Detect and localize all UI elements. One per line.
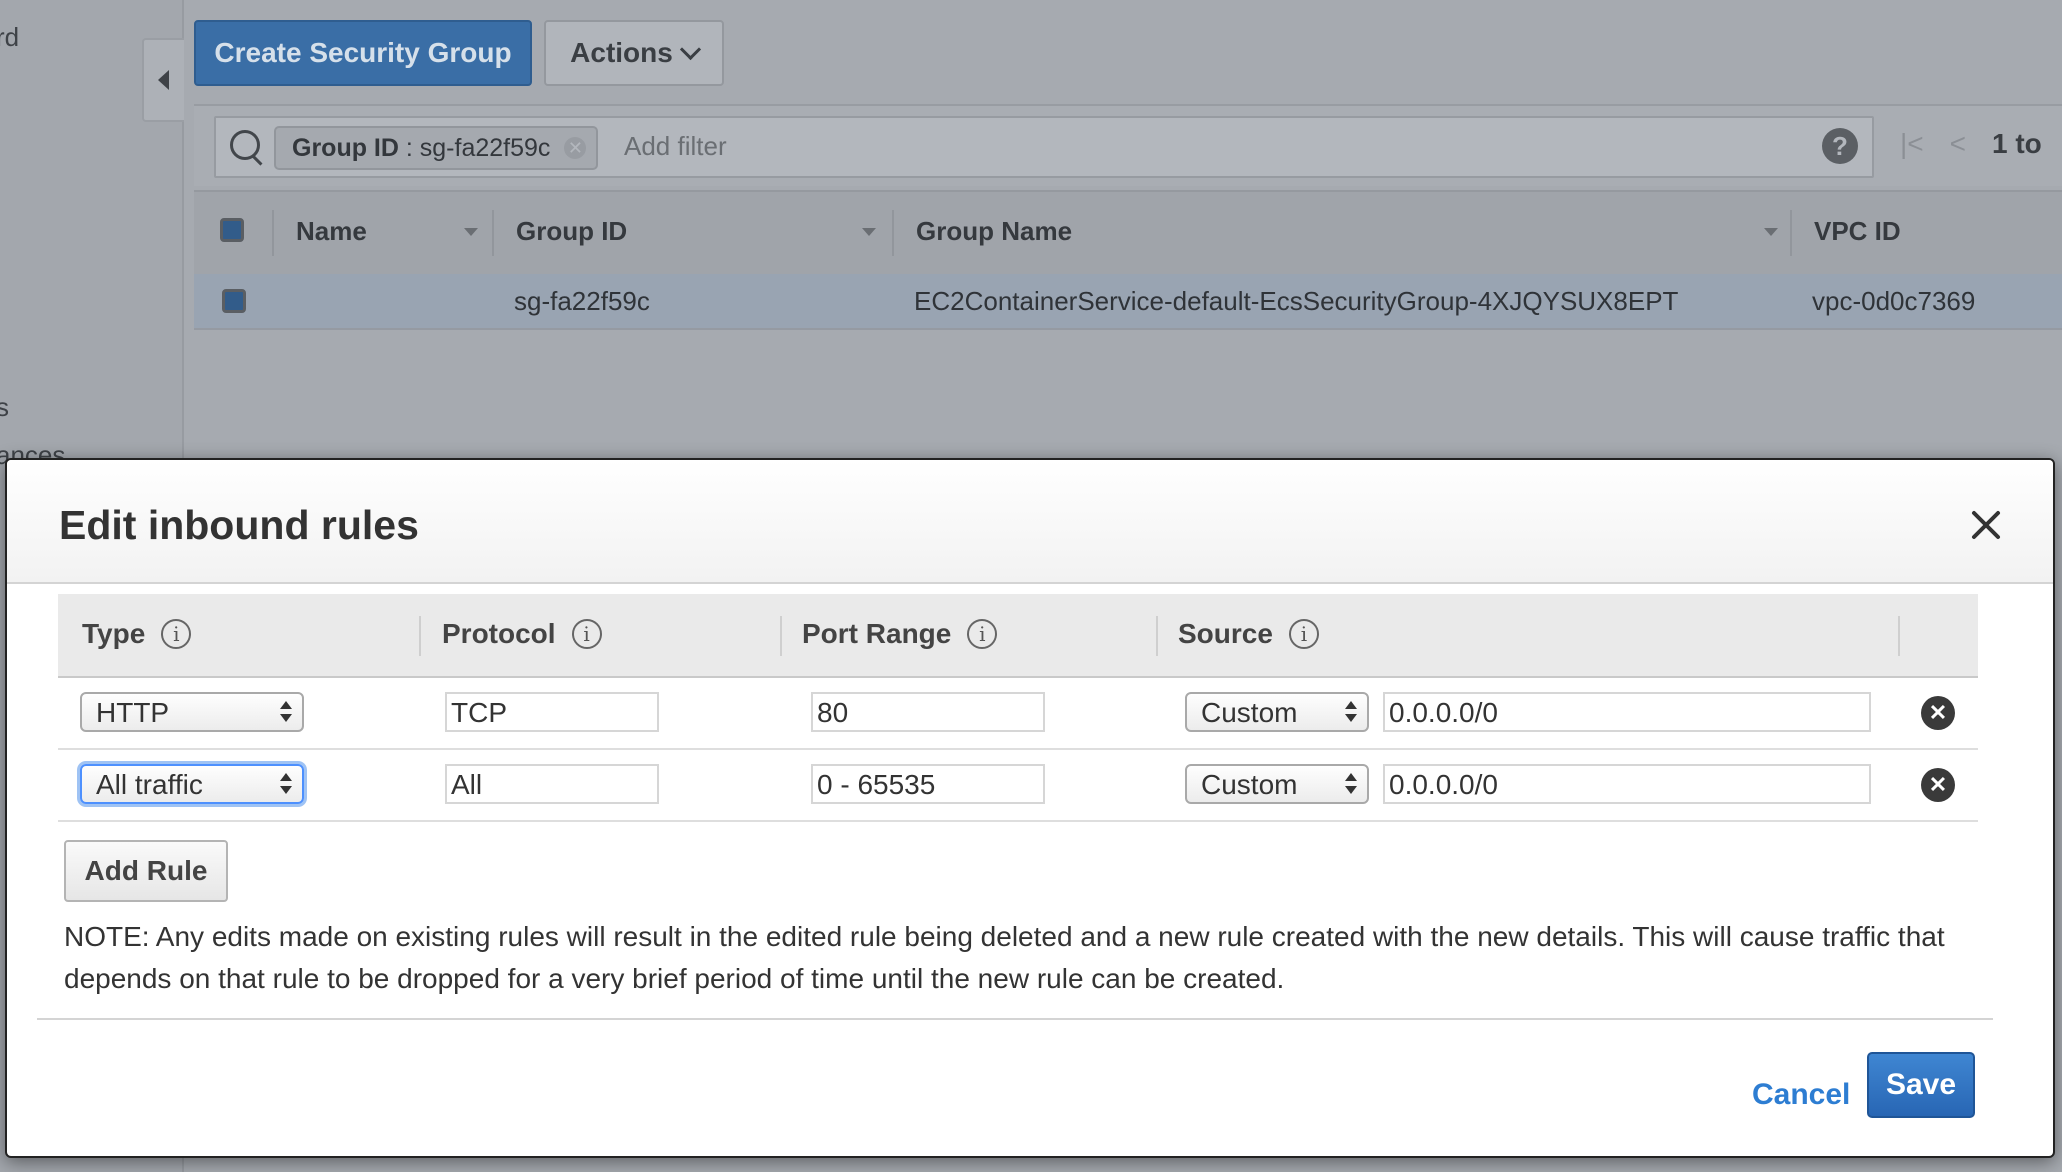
row-checkbox[interactable]	[222, 289, 246, 313]
filter-input[interactable]: Group ID : sg-fa22f59c ✕ Add filter ?	[214, 116, 1874, 178]
select-arrows-icon	[1345, 700, 1357, 724]
column-divider	[1156, 616, 1158, 656]
column-divider	[892, 210, 894, 256]
sort-icon[interactable]	[1764, 228, 1778, 236]
nav-item-fragment[interactable]: s	[0, 392, 9, 423]
sort-icon[interactable]	[862, 228, 876, 236]
select-arrows-icon	[280, 700, 292, 724]
remove-rule-icon[interactable]: ✕	[1921, 696, 1955, 730]
source-type-value: Custom	[1201, 769, 1298, 800]
protocol-field: All	[445, 764, 659, 804]
source-type-select[interactable]: Custom	[1185, 764, 1369, 804]
dialog-header: Edit inbound rules	[7, 460, 2053, 584]
rule-type-select[interactable]: All traffic	[80, 764, 304, 804]
edit-inbound-rules-dialog: Edit inbound rules Type i Protocol i Por…	[5, 458, 2055, 1158]
column-header-protocol: Protocol i	[442, 618, 602, 650]
nav-item-fragment[interactable]: rd	[0, 22, 19, 53]
column-header-label: Type	[82, 618, 146, 649]
actions-dropdown-button[interactable]: Actions	[544, 20, 724, 86]
add-filter-placeholder[interactable]: Add filter	[624, 131, 727, 162]
create-security-group-button[interactable]: Create Security Group	[194, 20, 532, 86]
source-cidr-input[interactable]: 0.0.0.0/0	[1383, 692, 1871, 732]
info-icon[interactable]: i	[571, 619, 602, 649]
source-type-value: Custom	[1201, 697, 1298, 728]
column-divider	[492, 210, 494, 256]
collapse-nav-button[interactable]	[142, 38, 184, 122]
table-header: Name Group ID Group Name VPC ID	[194, 190, 2062, 276]
column-divider	[1790, 210, 1792, 256]
port-range-input[interactable]: 80	[811, 692, 1045, 732]
column-header-name[interactable]: Name	[296, 216, 367, 247]
rule-row: All traffic All 0 - 65535 Custom 0.0.0.0…	[58, 750, 1978, 822]
search-icon	[230, 130, 260, 160]
column-divider	[1898, 616, 1900, 656]
column-header-type: Type i	[82, 618, 192, 650]
first-page-icon[interactable]: |<	[1900, 128, 1924, 159]
column-divider	[272, 210, 274, 256]
cancel-button[interactable]: Cancel	[1752, 1078, 1850, 1112]
select-arrows-icon	[280, 772, 292, 796]
help-icon[interactable]: ?	[1822, 128, 1858, 164]
source-type-select[interactable]: Custom	[1185, 692, 1369, 732]
remove-rule-icon[interactable]: ✕	[1921, 768, 1955, 802]
rule-type-value: All traffic	[96, 769, 203, 800]
remove-filter-icon[interactable]: ✕	[564, 137, 587, 159]
pagination: |< <1 to	[1900, 128, 2042, 160]
sort-icon[interactable]	[464, 228, 478, 236]
select-arrows-icon	[1345, 772, 1357, 796]
cell-vpc-id: vpc-0d0c7369	[1812, 286, 1976, 316]
edit-warning-note: NOTE: Any edits made on existing rules w…	[64, 921, 1945, 994]
filter-chip-key: Group ID	[292, 134, 399, 162]
column-divider	[419, 616, 421, 656]
cell-group-name: EC2ContainerService-default-EcsSecurityG…	[914, 286, 1679, 316]
chevron-down-icon	[679, 38, 701, 60]
column-header-label: Source	[1178, 618, 1273, 649]
filter-bar: Group ID : sg-fa22f59c ✕ Add filter ? |< <…	[194, 104, 2062, 186]
protocol-field: TCP	[445, 692, 659, 732]
rule-type-select[interactable]: HTTP	[80, 692, 304, 732]
column-header-group-id[interactable]: Group ID	[516, 216, 627, 247]
column-header-label: Protocol	[442, 618, 556, 649]
rules-table-header: Type i Protocol i Port Range i Source i	[58, 594, 1978, 678]
filter-chip[interactable]: Group ID : sg-fa22f59c ✕	[274, 126, 599, 170]
save-button[interactable]: Save	[1867, 1052, 1975, 1118]
filter-chip-value: : sg-fa22f59c	[398, 134, 551, 162]
footer-divider	[37, 1018, 1993, 1020]
rule-row: HTTP TCP 80 Custom 0.0.0.0/0 ✕	[58, 678, 1978, 750]
port-range-input[interactable]: 0 - 65535	[811, 764, 1045, 804]
previous-page-icon[interactable]: <	[1950, 128, 1966, 159]
close-icon[interactable]	[1969, 508, 2003, 542]
info-icon[interactable]: i	[967, 619, 998, 649]
actions-label: Actions	[570, 37, 673, 68]
column-header-vpc-id[interactable]: VPC ID	[1814, 216, 1901, 247]
rule-type-value: HTTP	[96, 697, 170, 728]
column-header-source: Source i	[1178, 618, 1319, 650]
pagination-range: 1 to	[1991, 128, 2042, 159]
source-cidr-input[interactable]: 0.0.0.0/0	[1383, 764, 1871, 804]
column-header-group-name[interactable]: Group Name	[916, 216, 1072, 247]
cell-group-id: sg-fa22f59c	[514, 286, 650, 316]
table-row[interactable]: sg-fa22f59c EC2ContainerService-default-…	[194, 274, 2062, 330]
info-icon[interactable]: i	[1288, 619, 1319, 649]
select-all-checkbox[interactable]	[220, 218, 244, 242]
column-divider	[780, 616, 782, 656]
dialog-title: Edit inbound rules	[59, 502, 419, 548]
info-icon[interactable]: i	[161, 619, 192, 649]
add-rule-button[interactable]: Add Rule	[64, 840, 228, 902]
column-header-label: Port Range	[802, 618, 952, 649]
rules-table: Type i Protocol i Port Range i Source i …	[58, 594, 1978, 822]
column-header-port-range: Port Range i	[802, 618, 998, 650]
